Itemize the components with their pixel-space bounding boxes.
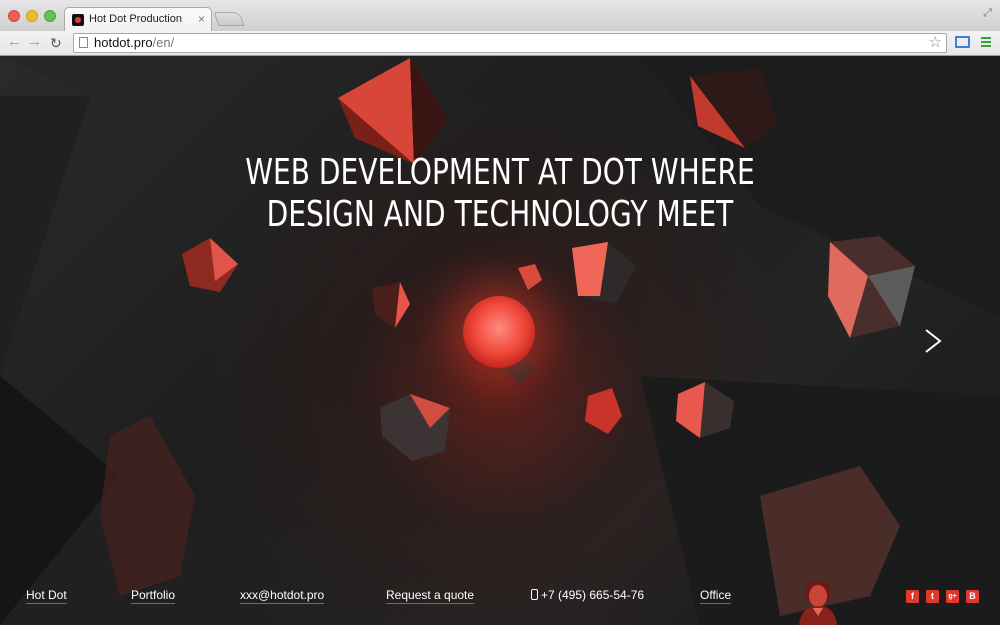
nav-link-request-quote[interactable]: Request a quote [386, 588, 475, 604]
phone-number: +7 (495) 665-54-76 [541, 588, 645, 602]
star-icon[interactable]: ☆ [929, 34, 942, 52]
facebook-icon[interactable]: f [906, 590, 919, 603]
tab-strip: Hot Dot Production × ⤢ [0, 0, 1000, 32]
zoom-window-button[interactable] [44, 10, 56, 22]
page-content: WEB DEVELOPMENT AT DOT WHERE DESIGN AND … [0, 56, 1000, 625]
url-path: /en/ [152, 35, 175, 50]
tab-title: Hot Dot Production [89, 13, 182, 25]
favicon-icon [72, 14, 84, 26]
menu-icon[interactable] [981, 37, 991, 49]
headline-line-1: WEB DEVELOPMENT AT DOT WHERE [245, 152, 755, 193]
footer-nav: Hot Dot Portfolio xxx@hotdot.pro Request… [0, 576, 1000, 625]
minimize-window-button[interactable] [26, 10, 38, 22]
nav-link-office[interactable]: Office [700, 588, 732, 604]
cast-icon[interactable] [955, 36, 970, 48]
page-icon [79, 37, 88, 48]
url-host: hotdot.pro [94, 35, 153, 50]
browser-toolbar: ← → ↻ hotdot.pro/en/ ☆ [0, 31, 1000, 56]
google-plus-icon[interactable]: g+ [946, 590, 959, 603]
browser-window: Hot Dot Production × ⤢ ← → ↻ hotdot.pro/… [0, 0, 1000, 625]
address-bar[interactable]: hotdot.pro/en/ ☆ [73, 33, 947, 53]
nav-phone[interactable]: +7 (495) 665-54-76 [531, 588, 644, 603]
hero-headline: WEB DEVELOPMENT AT DOT WHERE DESIGN AND … [110, 152, 890, 236]
glowing-dot [463, 296, 535, 368]
fullscreen-icon[interactable]: ⤢ [983, 7, 992, 20]
phone-icon [531, 589, 538, 600]
nav-link-email[interactable]: xxx@hotdot.pro [240, 588, 325, 604]
forward-icon[interactable]: → [27, 33, 42, 51]
portrait-image [799, 580, 837, 625]
reload-icon[interactable]: ↻ [50, 34, 62, 52]
back-icon[interactable]: ← [7, 33, 22, 51]
nav-link-hot-dot[interactable]: Hot Dot [26, 588, 67, 604]
twitter-icon[interactable]: t [926, 590, 939, 603]
chevron-right-icon[interactable] [920, 328, 946, 354]
browser-tab[interactable]: Hot Dot Production × [64, 7, 212, 32]
nav-link-portfolio[interactable]: Portfolio [131, 588, 176, 604]
headline-line-2: DESIGN AND TECHNOLOGY MEET [266, 194, 734, 235]
new-tab-button[interactable] [213, 12, 245, 26]
url-text[interactable]: hotdot.pro/en/ [94, 35, 174, 50]
tab-close-icon[interactable]: × [198, 12, 205, 26]
vk-icon[interactable]: B [966, 590, 979, 603]
close-window-button[interactable] [8, 10, 20, 22]
